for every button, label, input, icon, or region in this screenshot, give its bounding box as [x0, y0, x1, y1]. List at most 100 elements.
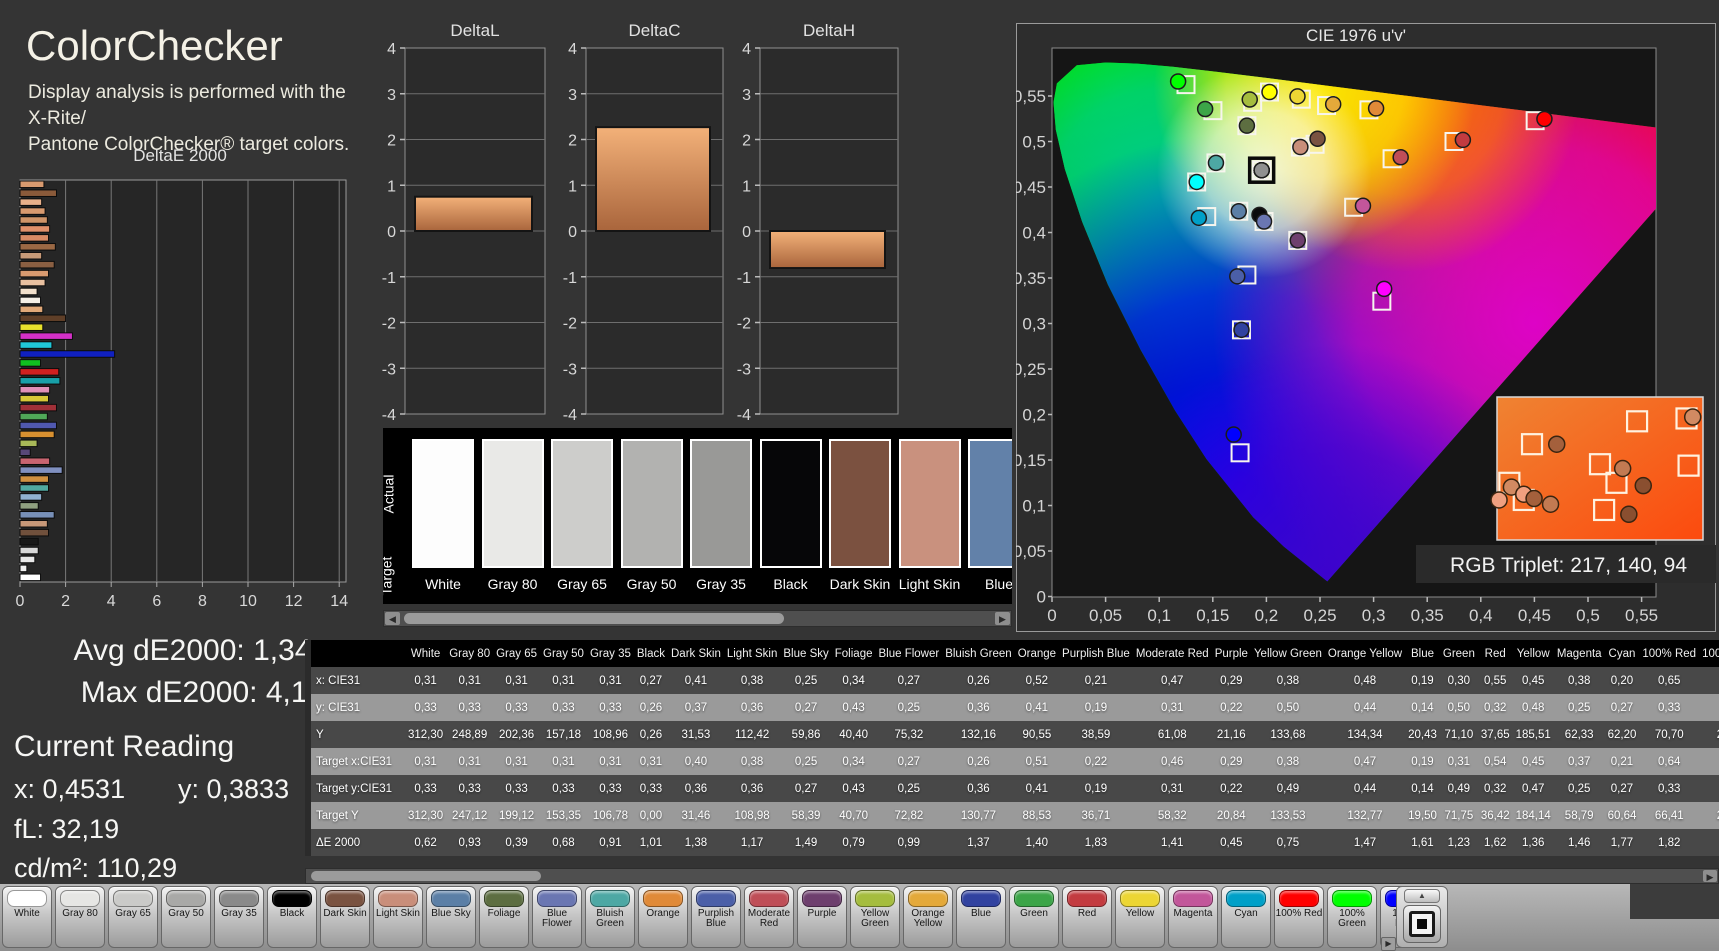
table-cell: 0,54 — [1477, 748, 1513, 775]
cie-measured-marker — [1169, 73, 1187, 90]
table-cell: 0,47 — [1324, 748, 1406, 775]
table-cell: 0,33 — [633, 775, 668, 802]
svg-text:-4: -4 — [563, 407, 577, 424]
toolbar-scroll-right-icon[interactable]: ▶ — [1381, 937, 1396, 951]
table-cell: 0,31 — [633, 748, 668, 775]
table-cell: 0,38 — [1250, 667, 1325, 694]
patch-swatch-light-skin — [898, 439, 961, 568]
cie-measured-marker — [1354, 197, 1372, 215]
svg-text:0: 0 — [1047, 606, 1056, 625]
patch-swatch-strip: Actual Target White Gray 80 Gray 65 Gray 50… — [383, 428, 1012, 604]
table-row-label: x: CIE31 — [311, 667, 405, 694]
patch-color-pill — [1014, 890, 1054, 907]
table-cell: 0,31 — [540, 667, 587, 694]
table-cell: 38,59 — [1059, 721, 1133, 748]
table-cell: 60,64 — [1604, 802, 1640, 829]
toolbar-patch-white[interactable]: White — [2, 886, 52, 948]
toolbar-patch-yellow[interactable]: Yellow — [1115, 886, 1165, 948]
table-cell: 0,36 — [942, 775, 1015, 802]
table-cell: 0,65 — [1639, 667, 1700, 694]
table-row: x: CIE31 0,31 0,31 0,31 0,31 0,31 0,27 0,41 0,38… — [305, 667, 1719, 694]
cie-measured-marker — [1261, 83, 1278, 101]
table-cell: 0,50 — [1250, 694, 1325, 721]
toolbar-patch-gray-65[interactable]: Gray 65 — [108, 886, 158, 948]
deltae-bar — [19, 519, 48, 528]
toolbar-patch-gray-80[interactable]: Gray 80 — [55, 886, 105, 948]
patch-color-pill — [696, 890, 736, 907]
patch-button-label: Gray 65 — [115, 908, 151, 919]
table-row: y: CIE31 0,33 0,33 0,33 0,33 0,33 0,26 0,37 0,36… — [305, 694, 1719, 721]
table-cell: 1,62 — [1477, 829, 1513, 856]
svg-text:0: 0 — [387, 224, 396, 241]
table-scroll-thumb[interactable] — [311, 871, 541, 881]
table-cell: 0,38 — [723, 748, 781, 775]
svg-text:0,5: 0,5 — [1576, 606, 1600, 625]
patch-color-pill — [60, 890, 100, 907]
toolbar-patch-purplish-blue[interactable]: Purplish Blue — [691, 886, 741, 948]
toolbar-patch-gray-50[interactable]: Gray 50 — [161, 886, 211, 948]
toolbar-patch-dark-skin[interactable]: Dark Skin — [320, 886, 370, 948]
svg-text:3: 3 — [742, 87, 751, 104]
table-cell: 202,36 — [493, 721, 541, 748]
svg-text:6: 6 — [152, 593, 161, 610]
cie-measured-marker — [1196, 100, 1214, 118]
patch-button-label: Yellow Green — [860, 908, 890, 929]
table-cell: 0,25 — [1553, 775, 1605, 802]
table-cell: 0,52 — [1014, 667, 1060, 694]
toolbar-patch-gray-35[interactable]: Gray 35 — [214, 886, 264, 948]
table-cell: 0,43 — [831, 694, 876, 721]
table-row: Target Y 312,30 247,12 199,12 153,35 106,78 0,… — [305, 802, 1719, 829]
toolbar-patch-purple[interactable]: Purple — [797, 886, 847, 948]
svg-text:0,2: 0,2 — [1255, 606, 1279, 625]
table-scrollbar[interactable]: ▶ — [305, 868, 1719, 884]
deltae-bar — [19, 430, 55, 439]
toolbar-patch-green[interactable]: Green — [1009, 886, 1059, 948]
patch-button-label: Purple — [807, 908, 837, 919]
pattern-icon — [1409, 911, 1435, 937]
svg-text:-1: -1 — [382, 270, 396, 287]
patch-button-label: 100% Red — [1275, 908, 1323, 919]
toolbar-patch-yellow-green[interactable]: Yellow Green — [850, 886, 900, 948]
window-pattern-button[interactable] — [1403, 905, 1441, 943]
patch-color-pill — [908, 890, 948, 907]
toolbar-patch-red[interactable]: Red — [1062, 886, 1112, 948]
scroll-left-icon[interactable]: ◀ — [385, 612, 400, 625]
toolbar-patch-cyan[interactable]: Cyan — [1221, 886, 1271, 948]
toolbar-patch-foliage[interactable]: Foliage — [479, 886, 529, 948]
table-cell: 37,65 — [1477, 721, 1513, 748]
toolbar-patch-100-red[interactable]: 100% Red — [1274, 886, 1324, 948]
deltae-bar — [19, 323, 44, 331]
toolbar-patch-blue-sky[interactable]: Blue Sky — [426, 886, 476, 948]
swatch-strip-scrollbar[interactable]: ◀ ▶ — [383, 610, 1012, 627]
svg-text:2: 2 — [568, 133, 577, 150]
patch-swatch-label: Blue — [984, 576, 1012, 592]
cie-measured-marker — [1188, 173, 1205, 191]
collapse-up-icon[interactable]: ▲ — [1404, 889, 1440, 903]
table-cell: 108,98 — [723, 802, 781, 829]
toolbar-patch-orange[interactable]: Orange — [638, 886, 688, 948]
toolbar-patch-bluish-green[interactable]: Bluish Green — [585, 886, 635, 948]
toolbar-patch-100-green[interactable]: 100% Green — [1327, 886, 1377, 948]
toolbar-patch-blue-flower[interactable]: Blue Flower — [532, 886, 582, 948]
deltae-bar — [19, 394, 49, 403]
toolbar-patch-magenta[interactable]: Magenta — [1168, 886, 1218, 948]
table-row-label: Target x:CIE31 — [311, 748, 405, 775]
table-cell: 1,01 — [633, 829, 668, 856]
toolbar-patch-orange-yellow[interactable]: Orange Yellow — [903, 886, 953, 948]
toolbar-patch-moderate-red[interactable]: Moderate Red — [744, 886, 794, 948]
table-cell: 0,31 — [1132, 694, 1212, 721]
table-row-label: Y — [311, 721, 405, 748]
table-cell: 132,77 — [1324, 802, 1406, 829]
table-scroll-right-icon[interactable]: ▶ — [1703, 870, 1717, 882]
scroll-right-icon[interactable]: ▶ — [995, 612, 1010, 625]
swatch-scroll-thumb[interactable] — [404, 613, 784, 624]
table-cell: 0,26 — [942, 748, 1015, 775]
cie-measured-marker — [1207, 154, 1225, 172]
toolbar-patch-light-skin[interactable]: Light Skin — [373, 886, 423, 948]
deltae-bar — [19, 332, 73, 340]
table-column-header: Black — [633, 640, 668, 667]
svg-text:2: 2 — [61, 593, 70, 610]
toolbar-patch-black[interactable]: Black — [267, 886, 317, 948]
deltae-bar — [19, 484, 49, 492]
toolbar-patch-blue[interactable]: Blue — [956, 886, 1006, 948]
